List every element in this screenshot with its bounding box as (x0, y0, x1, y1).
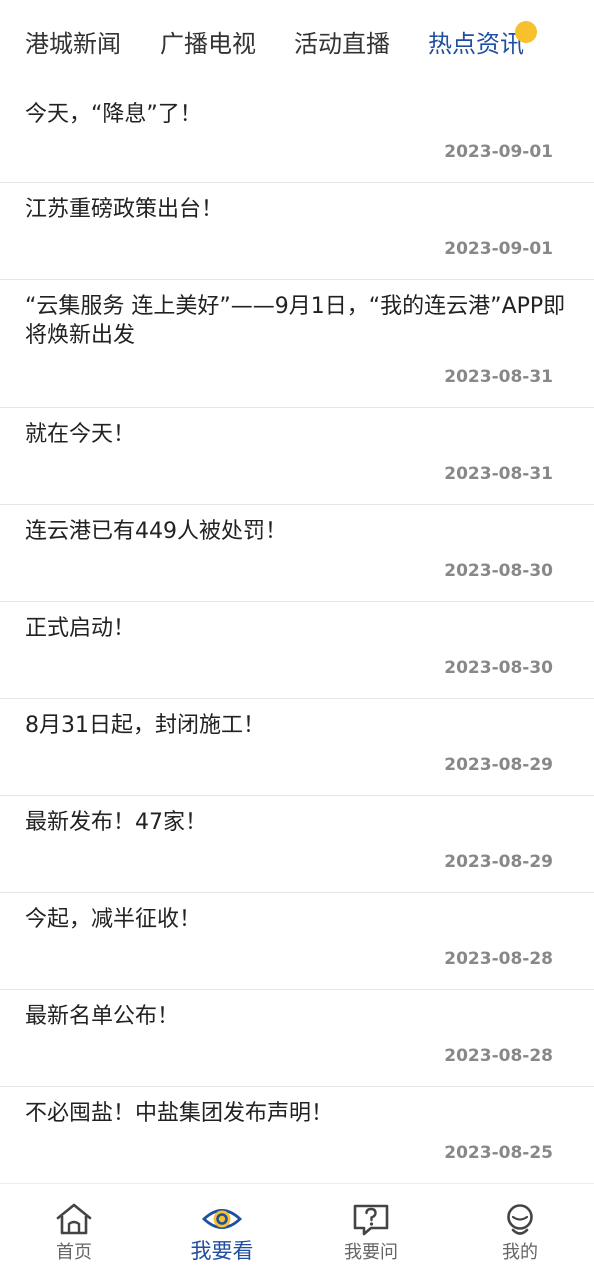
news-item[interactable]: 江苏重磅政策出台！ 2023-09-01 (0, 183, 594, 280)
news-date: 2023-08-29 (444, 852, 553, 872)
news-date: 2023-08-30 (444, 561, 553, 581)
news-date: 2023-08-28 (444, 1046, 553, 1066)
nav-home[interactable]: 首页 (0, 1184, 148, 1280)
news-title: 不必囤盐！中盐集团发布声明！ (25, 1101, 334, 1126)
question-bubble-icon (351, 1202, 391, 1242)
news-title: 就在今天！ (25, 422, 136, 447)
news-date: 2023-09-01 (444, 142, 553, 162)
news-title: 今天，“降息”了！ (25, 102, 202, 127)
news-item[interactable]: 今起，减半征收！ 2023-08-28 (0, 893, 594, 990)
news-item[interactable]: “云集服务 连上美好”——9月1日，“我的连云港”APP即将焕新出发 2023-… (0, 280, 594, 408)
home-icon (54, 1202, 94, 1240)
news-item[interactable]: 正式启动！ 2023-08-30 (0, 602, 594, 699)
news-date: 2023-08-30 (444, 658, 553, 678)
top-tab-bar: 港城新闻 广播电视 活动直播 热点资讯 (0, 0, 594, 88)
news-item[interactable]: 最新名单公布！ 2023-08-28 (0, 990, 594, 1087)
news-item[interactable]: 最新发布！47家！ 2023-08-29 (0, 796, 594, 893)
nav-watch[interactable]: 我要看 (148, 1184, 296, 1280)
news-date: 2023-09-01 (444, 239, 553, 259)
news-item[interactable]: 就在今天！ 2023-08-31 (0, 408, 594, 505)
tab-live-events[interactable]: 活动直播 (294, 26, 390, 62)
news-title: 江苏重磅政策出台！ (25, 197, 224, 222)
news-date: 2023-08-25 (444, 1143, 553, 1163)
news-date: 2023-08-29 (444, 755, 553, 775)
tab-gangcheng-news[interactable]: 港城新闻 (25, 26, 121, 62)
news-date: 2023-08-31 (444, 464, 553, 484)
nav-ask-label: 我要问 (344, 1242, 398, 1263)
news-title: “云集服务 连上美好”——9月1日，“我的连云港”APP即将焕新出发 (25, 294, 566, 348)
nav-mine-label: 我的 (502, 1242, 538, 1263)
eye-icon (201, 1202, 243, 1240)
news-title: 最新名单公布！ (25, 1004, 180, 1029)
news-date: 2023-08-28 (444, 949, 553, 969)
bottom-nav-bar: 首页 我要看 我要问 我的 (0, 1183, 594, 1280)
profile-icon (500, 1202, 540, 1242)
nav-ask[interactable]: 我要问 (297, 1184, 445, 1280)
news-title: 最新发布！47家！ (25, 810, 207, 835)
news-title: 连云港已有449人被处罚！ (25, 519, 287, 544)
news-list: 今天，“降息”了！ 2023-09-01 江苏重磅政策出台！ 2023-09-0… (0, 88, 594, 1184)
nav-watch-label: 我要看 (190, 1239, 254, 1263)
news-item[interactable]: 不必囤盐！中盐集团发布声明！ 2023-08-25 (0, 1087, 594, 1184)
news-item[interactable]: 8月31日起，封闭施工！ 2023-08-29 (0, 699, 594, 796)
tab-indicator-dot (515, 21, 537, 43)
nav-mine[interactable]: 我的 (446, 1184, 594, 1280)
news-item[interactable]: 连云港已有449人被处罚！ 2023-08-30 (0, 505, 594, 602)
news-title: 今起，减半征收！ (25, 907, 202, 932)
news-title: 8月31日起，封闭施工！ (25, 713, 265, 738)
news-item[interactable]: 今天，“降息”了！ 2023-09-01 (0, 88, 594, 183)
tab-hot-news[interactable]: 热点资讯 (428, 26, 524, 62)
news-date: 2023-08-31 (444, 367, 553, 387)
nav-home-label: 首页 (56, 1242, 92, 1263)
tab-broadcast-tv[interactable]: 广播电视 (160, 26, 256, 62)
news-title: 正式启动！ (25, 616, 136, 641)
